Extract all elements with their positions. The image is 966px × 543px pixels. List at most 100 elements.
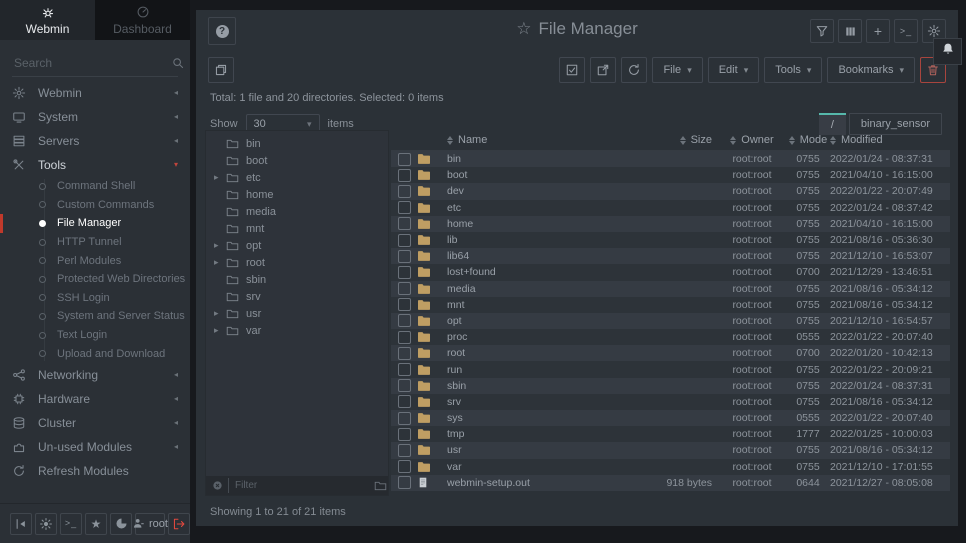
language-button[interactable] — [110, 513, 132, 535]
file-name[interactable]: sys — [447, 412, 626, 424]
tree-item-etc[interactable]: ▸etc — [206, 169, 388, 186]
file-menu-button[interactable]: File▾ — [652, 57, 702, 83]
row-checkbox[interactable] — [398, 201, 411, 214]
tree-item-mnt[interactable]: mnt — [206, 220, 388, 237]
row-checkbox[interactable] — [398, 347, 411, 360]
sidebar-item-upload-and-download[interactable]: Upload and Download — [0, 344, 190, 363]
row-checkbox[interactable] — [398, 217, 411, 230]
column-header-mode[interactable]: Mode — [786, 134, 830, 146]
file-name[interactable]: srv — [447, 396, 626, 408]
sidebar-item-system[interactable]: System◂ — [0, 105, 190, 129]
file-name[interactable]: root — [447, 347, 626, 359]
tree-item-var[interactable]: ▸var — [206, 322, 388, 339]
collapse-button[interactable] — [10, 513, 32, 535]
tree-item-usr[interactable]: ▸usr — [206, 305, 388, 322]
sidebar-item-refresh-modules[interactable]: Refresh Modules — [0, 459, 190, 483]
tree-item-sbin[interactable]: sbin — [206, 271, 388, 288]
expand-icon[interactable]: ▸ — [214, 326, 226, 335]
sidebar-item-system-and-server-status[interactable]: System and Server Status — [0, 307, 190, 326]
sort-icon[interactable] — [830, 136, 836, 145]
file-name[interactable]: media — [447, 283, 626, 295]
column-header-name[interactable]: Name — [447, 134, 626, 146]
notifications-button[interactable] — [933, 38, 962, 65]
sidebar-item-perl-modules[interactable]: Perl Modules — [0, 251, 190, 270]
sidebar-item-networking[interactable]: Networking◂ — [0, 363, 190, 387]
row-checkbox[interactable] — [398, 363, 411, 376]
sidebar-item-file-manager[interactable]: File Manager — [0, 214, 190, 233]
row-checkbox[interactable] — [398, 444, 411, 457]
tree-item-opt[interactable]: ▸opt — [206, 237, 388, 254]
file-name[interactable]: var — [447, 461, 626, 473]
row-checkbox[interactable] — [398, 379, 411, 392]
sort-icon[interactable] — [680, 136, 686, 145]
file-name[interactable]: usr — [447, 444, 626, 456]
file-name[interactable]: webmin-setup.out — [447, 477, 626, 489]
sidebar-item-custom-commands[interactable]: Custom Commands — [0, 196, 190, 215]
file-name[interactable]: sbin — [447, 380, 626, 392]
row-checkbox[interactable] — [398, 250, 411, 263]
user-button[interactable]: root — [135, 513, 165, 535]
row-checkbox[interactable] — [398, 460, 411, 473]
tab-dashboard[interactable]: Dashboard — [95, 0, 190, 40]
file-name[interactable]: bin — [447, 153, 626, 165]
help-button[interactable]: ? — [208, 17, 236, 45]
copy-path-button[interactable] — [208, 57, 234, 83]
sort-icon[interactable] — [789, 136, 795, 145]
sidebar-item-webmin[interactable]: Webmin◂ — [0, 81, 190, 105]
expand-icon[interactable]: ▸ — [214, 173, 226, 182]
logout-button[interactable] — [168, 513, 190, 535]
file-name[interactable]: opt — [447, 315, 626, 327]
clear-filter-icon[interactable] — [212, 480, 223, 491]
tools-menu-button[interactable]: Tools▾ — [764, 57, 822, 83]
export-button[interactable] — [590, 57, 616, 83]
row-checkbox[interactable] — [398, 234, 411, 247]
favorites-button[interactable]: ★ — [85, 513, 107, 535]
row-checkbox[interactable] — [398, 314, 411, 327]
sidebar-item-servers[interactable]: Servers◂ — [0, 129, 190, 153]
file-name[interactable]: lost+found — [447, 266, 626, 278]
expand-icon[interactable]: ▸ — [214, 258, 226, 267]
column-header-size[interactable]: Size — [626, 134, 718, 146]
tree-item-boot[interactable]: boot — [206, 152, 388, 169]
tree-item-root[interactable]: ▸root — [206, 254, 388, 271]
row-checkbox[interactable] — [398, 298, 411, 311]
file-name[interactable]: lib64 — [447, 250, 626, 262]
bookmarks-menu-button[interactable]: Bookmarks▾ — [827, 57, 915, 83]
expand-icon[interactable]: ▸ — [214, 241, 226, 250]
theme-button[interactable] — [35, 513, 57, 535]
sidebar-item-ssh-login[interactable]: SSH Login — [0, 289, 190, 308]
search-input[interactable] — [12, 55, 171, 71]
column-header-modified[interactable]: Modified — [830, 134, 950, 146]
tree-item-home[interactable]: home — [206, 186, 388, 203]
sidebar-item-un-used-modules[interactable]: Un-used Modules◂ — [0, 435, 190, 459]
file-name[interactable]: boot — [447, 169, 626, 181]
row-checkbox[interactable] — [398, 185, 411, 198]
tab-webmin[interactable]: Webmin — [0, 0, 95, 40]
tree-item-media[interactable]: media — [206, 203, 388, 220]
file-name[interactable]: tmp — [447, 428, 626, 440]
sidebar-item-tools[interactable]: Tools▾ — [0, 153, 190, 177]
sort-icon[interactable] — [730, 136, 736, 145]
row-checkbox[interactable] — [398, 395, 411, 408]
filter-button[interactable] — [810, 19, 834, 43]
favorite-star-icon[interactable]: ☆ — [516, 19, 531, 39]
add-button[interactable]: + — [866, 19, 890, 43]
row-checkbox[interactable] — [398, 153, 411, 166]
sidebar-item-http-tunnel[interactable]: HTTP Tunnel — [0, 233, 190, 252]
refresh-button[interactable] — [621, 57, 647, 83]
shell-button[interactable]: >_ — [894, 19, 918, 43]
file-name[interactable]: proc — [447, 331, 626, 343]
column-header-owner[interactable]: Owner — [718, 134, 786, 146]
sidebar-item-cluster[interactable]: Cluster◂ — [0, 411, 190, 435]
sidebar-item-text-login[interactable]: Text Login — [0, 326, 190, 345]
sidebar-item-command-shell[interactable]: Command Shell — [0, 177, 190, 196]
sidebar-item-hardware[interactable]: Hardware◂ — [0, 387, 190, 411]
row-checkbox[interactable] — [398, 428, 411, 441]
row-checkbox[interactable] — [398, 331, 411, 344]
tree-item-bin[interactable]: bin — [206, 135, 388, 152]
select-all-button[interactable] — [559, 57, 585, 83]
sort-icon[interactable] — [447, 136, 453, 145]
sidebar-item-protected-web-directories[interactable]: Protected Web Directories — [0, 270, 190, 289]
file-name[interactable]: mnt — [447, 299, 626, 311]
edit-menu-button[interactable]: Edit▾ — [708, 57, 760, 83]
